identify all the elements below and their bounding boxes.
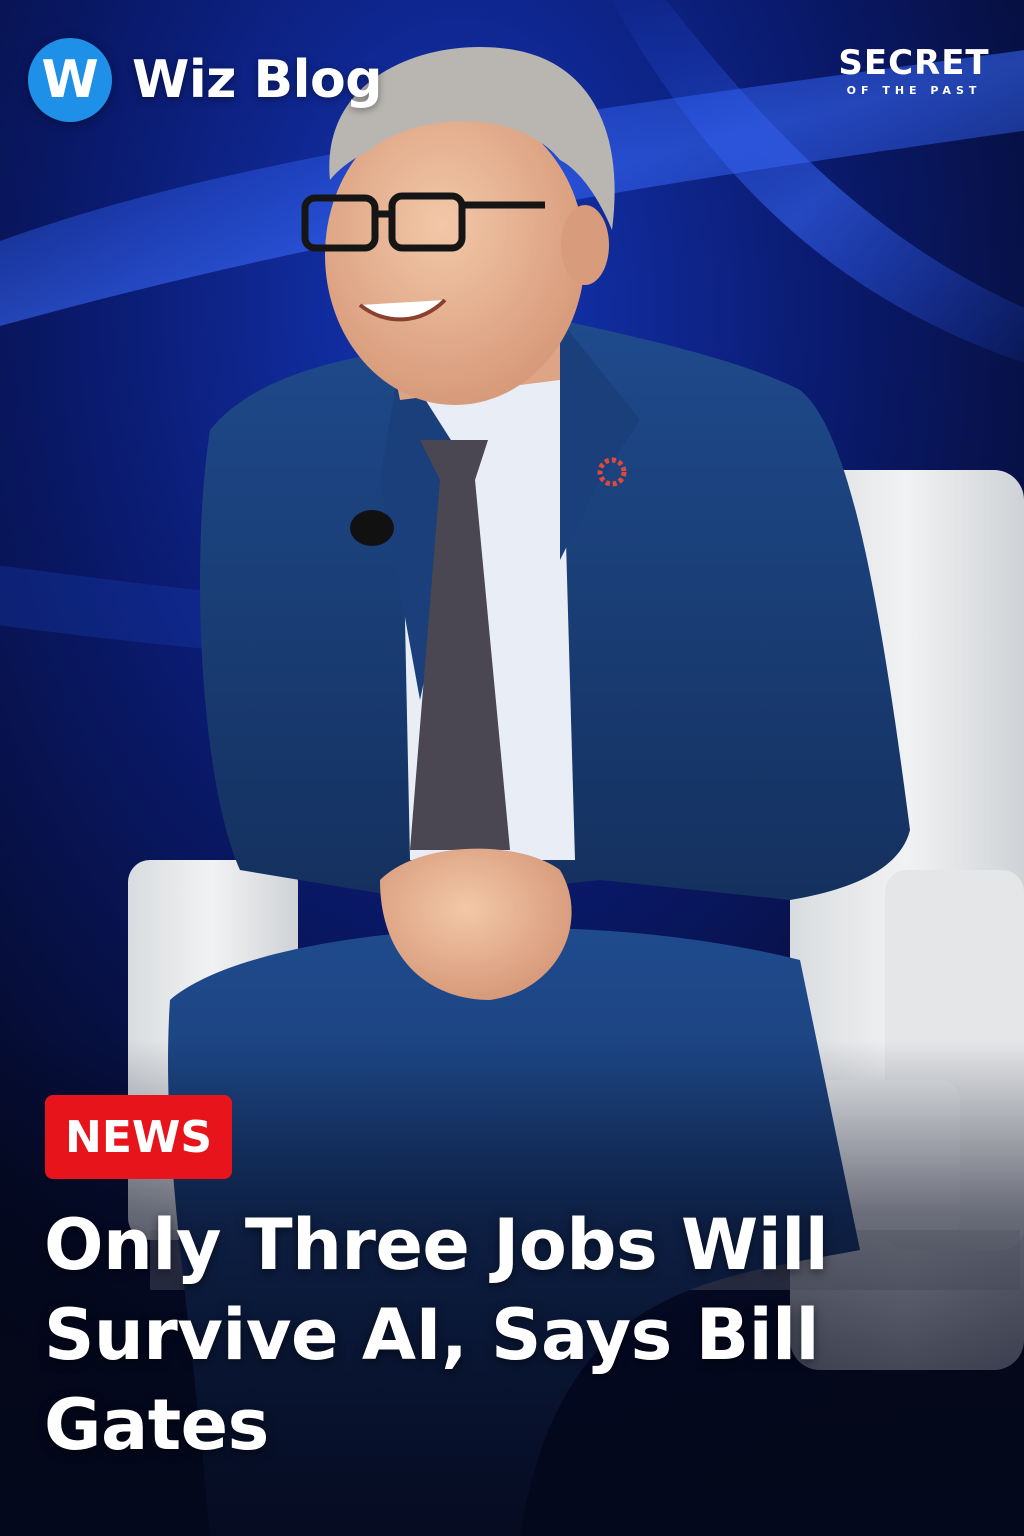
- partner-tagline: OF THE PAST: [846, 84, 982, 97]
- article-headline[interactable]: Only Three Jobs Will Survive AI, Says Bi…: [44, 1200, 994, 1470]
- partner-name: SECRET: [838, 43, 990, 83]
- wiz-blog-logo-icon: W: [28, 38, 112, 122]
- partner-logo: SECRET OF THE PAST: [838, 44, 990, 97]
- ear: [561, 205, 609, 285]
- brand-header[interactable]: W Wiz Blog: [28, 38, 382, 122]
- category-badge: NEWS: [45, 1095, 233, 1179]
- lapel-microphone: [350, 510, 394, 546]
- brand-name: Wiz Blog: [132, 50, 382, 110]
